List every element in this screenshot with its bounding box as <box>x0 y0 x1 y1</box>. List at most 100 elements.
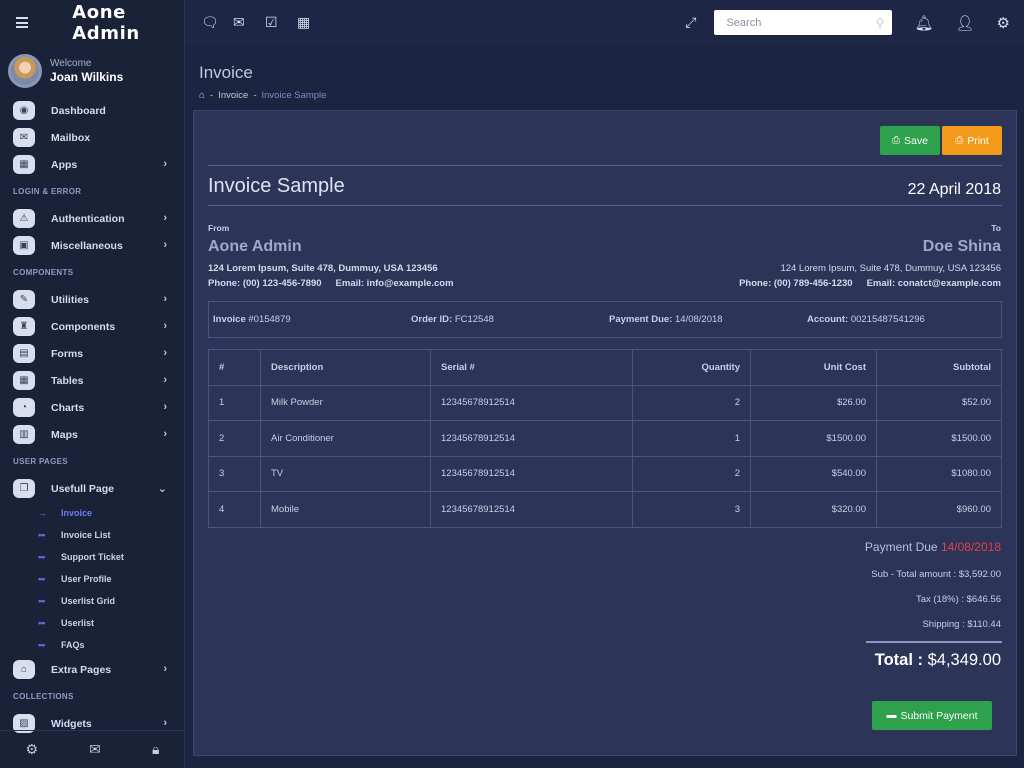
settings-icon[interactable]: ⚙ <box>26 741 39 758</box>
pie-chart-icon: ◔ <box>13 398 35 417</box>
cell-subtotal: $960.00 <box>876 491 1002 528</box>
breadcrumb-separator: - <box>210 90 214 101</box>
cell-unit-cost: $1500.00 <box>750 420 877 457</box>
to-name: Doe Shina <box>922 238 1001 255</box>
sidebar-item-mailbox[interactable]: ✉ Mailbox <box>0 124 184 151</box>
printer-icon: ⎙ <box>955 135 964 146</box>
table-row: 3 TV 12345678912514 2 $540.00 $1080.00 <box>208 455 1002 492</box>
invoice-items-table: # Description Serial # Quantity Unit Cos… <box>208 349 1002 528</box>
cell-subtotal: $1500.00 <box>876 420 1002 457</box>
sidebar-item-apps[interactable]: ▦ Apps › <box>0 151 184 178</box>
sidebar-footer: ⚙ ✉ 🔒︎ <box>0 730 185 768</box>
print-button[interactable]: ⎙ Print <box>942 126 1002 155</box>
checkbox-icon[interactable]: ☑ <box>265 14 297 31</box>
user-name: Joan Wilkins <box>50 70 124 84</box>
map-icon: ▥ <box>13 425 35 444</box>
menu-toggle-icon[interactable] <box>16 17 29 28</box>
cell-description: Milk Powder <box>260 384 431 421</box>
sidebar-subitem-invoice-list[interactable]: ••• Invoice List <box>0 524 184 546</box>
home-icon[interactable]: ⌂ <box>199 90 205 101</box>
avatar[interactable] <box>8 54 42 88</box>
sidebar-item-dashboard[interactable]: ◉ Dashboard <box>0 97 184 124</box>
bell-icon[interactable]: 🔔︎ <box>914 14 933 32</box>
table-header-row: # Description Serial # Quantity Unit Cos… <box>208 349 1002 386</box>
sidebar-item-forms[interactable]: ▤ Forms › <box>0 340 184 367</box>
envelope-icon[interactable]: ✉ <box>233 14 265 31</box>
cell-number: 1 <box>208 384 261 421</box>
user-icon[interactable]: 👤︎ <box>956 14 975 32</box>
cell-number: 2 <box>208 420 261 457</box>
table-row: 4 Mobile 12345678912514 3 $320.00 $960.00 <box>208 491 1002 528</box>
chat-icon[interactable]: 🗨︎ <box>201 14 233 31</box>
sidebar-subitem-support-ticket[interactable]: ••• Support Ticket <box>0 546 184 568</box>
sidebar-item-label: Dashboard <box>51 104 106 117</box>
chevron-right-icon: › <box>163 374 167 386</box>
cell-serial: 12345678912514 <box>430 455 633 492</box>
sidebar-item-authentication[interactable]: ⚠ Authentication › <box>0 205 184 232</box>
from-email: Email: info@example.com <box>335 278 454 289</box>
sidebar-item-label: Usefull Page <box>51 482 115 495</box>
sidebar-item-maps[interactable]: ▥ Maps › <box>0 421 184 448</box>
total-value: $4,349.00 <box>927 651 1001 669</box>
sidebar-item-charts[interactable]: ◔ Charts › <box>0 394 184 421</box>
cell-description: Mobile <box>260 491 431 528</box>
breadcrumb: ⌂ - Invoice - Invoice Sample <box>199 90 326 101</box>
sidebar-item-label: Utilities <box>51 293 89 306</box>
calendar-icon[interactable]: ▦ <box>297 14 329 31</box>
sidebar-item-miscellaneous[interactable]: ▣ Miscellaneous › <box>0 232 184 259</box>
sidebar-item-tables[interactable]: ▦ Tables › <box>0 367 184 394</box>
sidebar-subitem-label: Invoice List <box>61 530 111 540</box>
sidebar-item-extra-pages[interactable]: ⌂ Extra Pages › <box>0 656 184 683</box>
search-input[interactable] <box>726 16 876 29</box>
sidebar-section-heading: USER PAGES <box>13 457 68 466</box>
mail-icon[interactable]: ✉ <box>89 741 101 758</box>
printer-icon: ⎙ <box>892 135 901 146</box>
sidebar-subitem-user-profile[interactable]: ••• User Profile <box>0 568 184 590</box>
edit-icon: ✎ <box>13 290 35 309</box>
lock-icon: ▣ <box>13 236 35 255</box>
meta-invoice: Invoice #0154879 <box>213 314 291 325</box>
search-box: ⚲ <box>714 10 893 35</box>
from-address: 124 Lorem Ipsum, Suite 478, Dummuy, USA … <box>208 263 438 274</box>
topbar: 🗨︎ ✉ ☑ ▦ ⤢ ⚲ 🔔︎ 👤︎ ⚙ <box>185 0 1024 45</box>
sidebar-subitem-label: Userlist <box>61 618 95 628</box>
invoice-card: ⎙ Save ⎙ Print Invoice Sample 22 April 201… <box>193 110 1017 756</box>
warning-icon: ⚠ <box>13 209 35 228</box>
copy-icon: ❐ <box>13 479 35 498</box>
sidebar-subitem-userlist[interactable]: ••• Userlist <box>0 612 184 634</box>
divider <box>866 641 1002 643</box>
submit-label: Submit Payment <box>900 709 978 722</box>
dots-icon: ••• <box>38 640 45 650</box>
mail-icon: ✉ <box>13 128 35 147</box>
col-unit-cost: Unit Cost <box>750 349 877 386</box>
chevron-right-icon: › <box>163 428 167 440</box>
sidebar-subitem-faqs[interactable]: ••• FAQs <box>0 634 184 656</box>
sidebar-subitem-label: FAQs <box>61 640 85 650</box>
to-email: Email: conatct@example.com <box>866 278 1001 289</box>
payment-due-summary: Payment Due 14/08/2018 <box>865 540 1001 554</box>
sidebar-subitem-invoice[interactable]: → Invoice <box>0 502 184 524</box>
sidebar-item-usefull-page[interactable]: ❐ Usefull Page ⌄ <box>0 475 184 502</box>
sidebar-item-label: Widgets <box>51 717 92 730</box>
sidebar-item-components[interactable]: ♜ Components › <box>0 313 184 340</box>
sidebar-subitem-label: User Profile <box>61 574 112 584</box>
save-button[interactable]: ⎙ Save <box>880 126 940 155</box>
lock-icon[interactable]: 🔒︎ <box>152 741 159 758</box>
search-icon[interactable]: ⚲ <box>876 16 885 30</box>
sidebar-item-label: Mailbox <box>51 131 91 144</box>
submit-payment-button[interactable]: ▬ Submit Payment <box>872 701 992 730</box>
gear-icon[interactable]: ⚙ <box>997 14 1010 32</box>
dots-icon: ••• <box>38 618 45 628</box>
breadcrumb-invoice[interactable]: Invoice <box>218 90 248 101</box>
col-serial: Serial # <box>430 349 633 386</box>
cell-subtotal: $52.00 <box>876 384 1002 421</box>
basket-icon: ⌂ <box>13 660 35 679</box>
credit-card-icon: ▬ <box>886 710 897 721</box>
sidebar-item-utilities[interactable]: ✎ Utilities › <box>0 286 184 313</box>
chevron-down-icon: ⌄ <box>157 483 167 495</box>
sidebar-subitem-userlist-grid[interactable]: ••• Userlist Grid <box>0 590 184 612</box>
fullscreen-icon[interactable]: ⤢ <box>685 14 696 31</box>
divider <box>208 205 1002 206</box>
tax-line: Tax (18%) : $646.56 <box>915 594 1001 605</box>
col-quantity: Quantity <box>632 349 751 386</box>
